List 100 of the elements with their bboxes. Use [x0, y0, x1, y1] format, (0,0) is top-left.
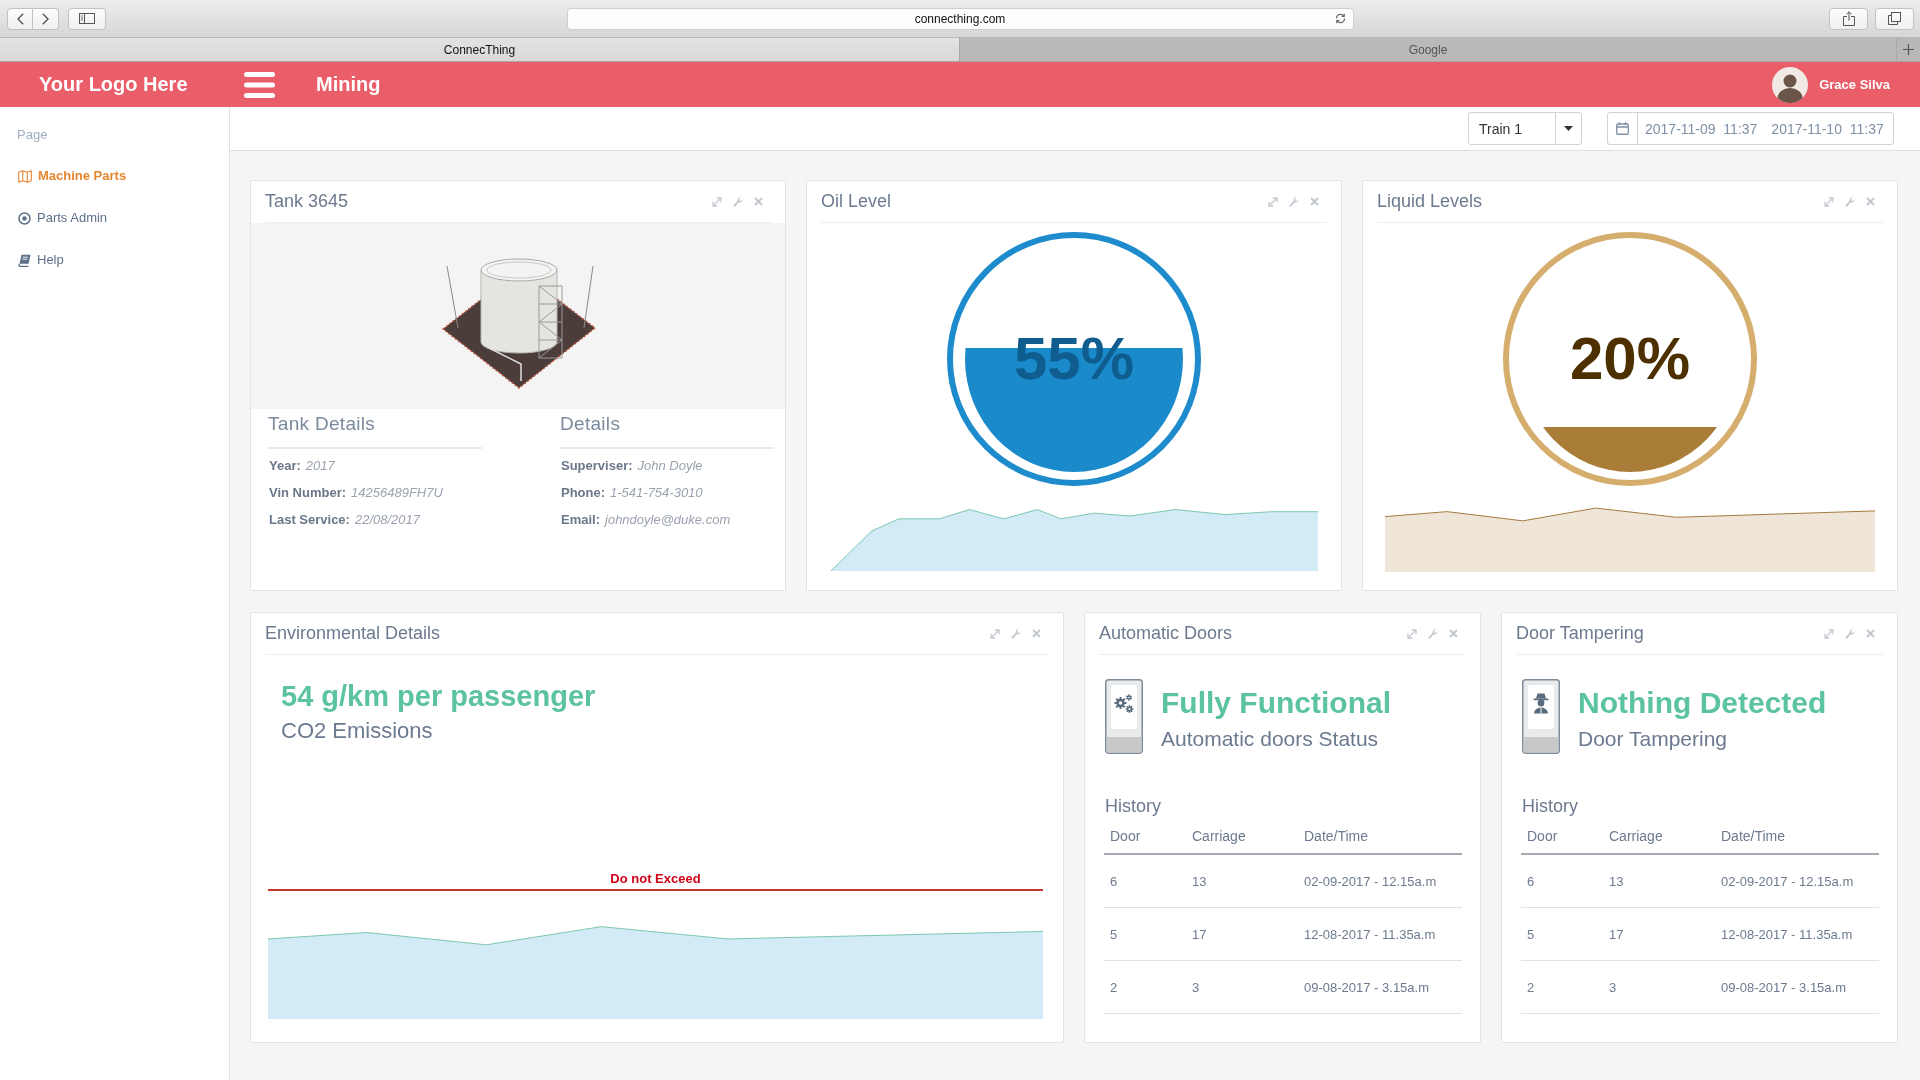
close-icon[interactable]	[1866, 197, 1875, 206]
forward-button[interactable]	[33, 7, 59, 30]
section-heading: Tank Details	[268, 411, 482, 449]
status-caption: Door Tampering	[1578, 727, 1728, 751]
table-cell: 6	[1104, 854, 1186, 908]
wrench-icon[interactable]	[1011, 628, 1021, 639]
caret-icon	[1564, 126, 1573, 131]
expand-icon[interactable]	[1824, 196, 1834, 207]
table-cell: 3	[1603, 960, 1715, 1014]
table-cell: 02-09-2017 - 12.15a.m	[1715, 854, 1879, 908]
card-title: Door Tampering	[1516, 623, 1644, 644]
wrench-icon[interactable]	[1845, 196, 1855, 207]
column-header: Door	[1521, 818, 1603, 854]
column-header: Door	[1104, 818, 1186, 854]
table-cell: 09-08-2017 - 3.15a.m	[1715, 960, 1879, 1014]
chevron-right-icon	[42, 12, 49, 25]
table-cell: 12-08-2017 - 11.35a.m	[1298, 907, 1462, 961]
table-cell: 2	[1521, 960, 1603, 1014]
expand-icon[interactable]	[990, 628, 1000, 639]
date-time-text: 2017-11-09 11:37	[1645, 120, 1758, 137]
map-icon	[18, 169, 32, 183]
card-title: Tank 3645	[265, 191, 349, 212]
page-title: Mining	[316, 73, 381, 96]
column-header: Carriage	[1603, 818, 1715, 854]
table-cell: 13	[1186, 854, 1298, 908]
share-icon	[1842, 11, 1855, 26]
user-name[interactable]: Grace Silva	[1819, 77, 1890, 92]
history-title: History	[1104, 795, 1161, 818]
card-title: Environmental Details	[265, 623, 441, 644]
column-header: Date/Time	[1298, 818, 1462, 854]
limit-label: Do not Exceed	[610, 871, 701, 887]
logo-text: Your Logo Here	[38, 73, 189, 96]
emission-label: CO2 Emissions	[281, 717, 433, 745]
sidebar-button[interactable]	[68, 7, 106, 30]
target-icon	[18, 211, 31, 225]
browser-tab[interactable]: ConnecThing	[0, 38, 960, 61]
reload-icon[interactable]	[1335, 13, 1346, 24]
menu-icon[interactable]	[244, 71, 275, 98]
sidebar-item[interactable]: Machine Parts	[17, 168, 127, 184]
book-icon	[18, 253, 31, 267]
table-cell: 17	[1186, 907, 1298, 961]
detail-label: Last Service:	[269, 511, 350, 529]
expand-icon[interactable]	[1824, 628, 1834, 639]
wrench-icon[interactable]	[733, 196, 743, 207]
train-dropdown[interactable]: Train 1	[1468, 112, 1582, 145]
detail-value: johndoyle@duke.com	[605, 511, 731, 529]
detail-label: Phone:	[561, 484, 606, 502]
sidebar-heading: Page	[17, 127, 48, 143]
chevron-left-icon	[16, 12, 24, 25]
detail-label: Year:	[269, 457, 301, 475]
sidebar-icon	[79, 13, 95, 24]
url-field[interactable]: connecthing.com	[566, 7, 1354, 30]
detail-label: Superviser:	[561, 457, 633, 475]
share-button[interactable]	[1829, 7, 1868, 30]
wrench-icon[interactable]	[1289, 196, 1299, 207]
detail-value: 14256489FH7U	[351, 484, 443, 502]
table-cell: 6	[1521, 854, 1603, 908]
table-cell: 2	[1104, 960, 1186, 1014]
status-caption: Automatic doors Status	[1161, 727, 1379, 751]
history-title: History	[1521, 795, 1578, 818]
gears-panel-icon	[1105, 679, 1143, 754]
back-button[interactable]	[7, 7, 33, 30]
plus-icon[interactable]	[1903, 44, 1914, 55]
column-header: Carriage	[1186, 818, 1298, 854]
expand-icon[interactable]	[712, 196, 722, 207]
detail-value: 1-541-754-3010	[610, 484, 703, 502]
close-icon[interactable]	[1032, 629, 1041, 638]
detail-value: John Doyle	[637, 457, 703, 475]
calendar-icon[interactable]	[1616, 122, 1629, 135]
expand-icon[interactable]	[1268, 196, 1278, 207]
table-cell: 5	[1104, 907, 1186, 961]
wrench-icon[interactable]	[1845, 628, 1855, 639]
close-icon[interactable]	[1310, 197, 1319, 206]
table-cell: 3	[1186, 960, 1298, 1014]
status-text: Fully Functional	[1161, 685, 1391, 721]
expand-icon[interactable]	[1407, 628, 1417, 639]
tabs-icon	[1888, 12, 1901, 25]
detail-value: 2017	[305, 457, 335, 475]
table-cell: 17	[1603, 907, 1715, 961]
gauge-reading: 20%	[1569, 329, 1691, 389]
close-icon[interactable]	[754, 197, 763, 206]
detail-label: Email:	[561, 511, 600, 529]
date-range-field[interactable]: 2017-11-09 11:37 2017-11-10 11:37	[1607, 112, 1894, 145]
column-header: Date/Time	[1715, 818, 1879, 854]
tabs-button[interactable]	[1875, 7, 1914, 30]
status-text: Nothing Detected	[1578, 685, 1827, 721]
sidebar-item[interactable]: Help	[17, 252, 64, 268]
section-heading: Details	[560, 411, 774, 449]
emission-value: 54 g/km per passenger	[281, 679, 596, 714]
date-time-text: 2017-11-10 11:37	[1771, 120, 1884, 137]
spy-panel-icon	[1522, 679, 1560, 754]
card-title: Automatic Doors	[1099, 623, 1233, 644]
sidebar-item[interactable]: Parts Admin	[17, 210, 108, 226]
avatar-icon	[1772, 66, 1809, 103]
detail-value: 22/08/2017	[354, 511, 420, 529]
wrench-icon[interactable]	[1428, 628, 1438, 639]
close-icon[interactable]	[1449, 629, 1458, 638]
close-icon[interactable]	[1866, 629, 1875, 638]
table-cell: 12-08-2017 - 11.35a.m	[1715, 907, 1879, 961]
card-title: Liquid Levels	[1377, 191, 1483, 212]
